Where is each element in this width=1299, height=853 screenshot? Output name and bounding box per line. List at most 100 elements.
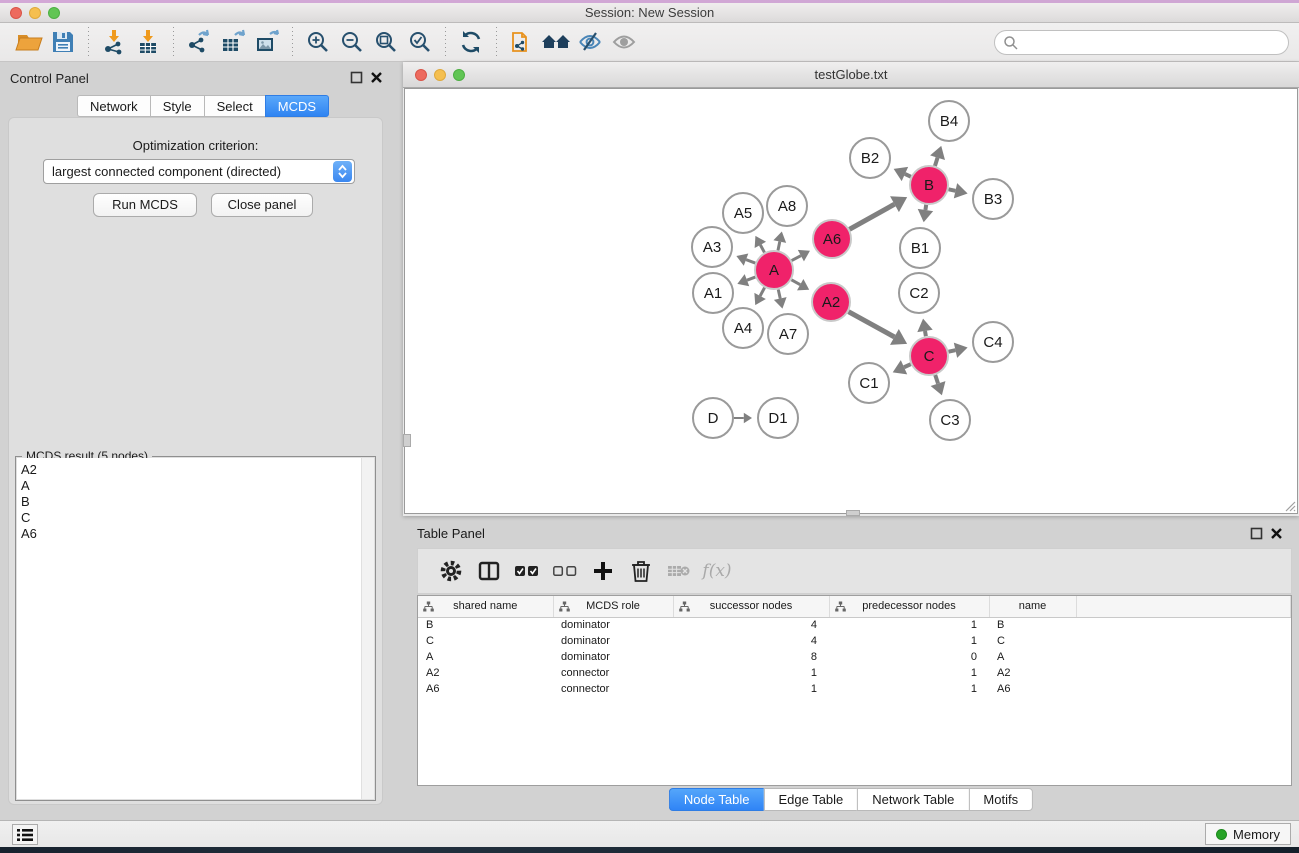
graph-edge[interactable] — [949, 350, 956, 352]
table-row[interactable]: Cdominator41C — [418, 633, 1291, 649]
table-close-icon[interactable] — [1270, 527, 1283, 540]
graph-edge[interactable] — [746, 260, 755, 263]
clone-network-icon[interactable] — [505, 26, 539, 58]
network-minimize-button[interactable] — [434, 69, 446, 81]
graph-edge[interactable] — [778, 290, 780, 299]
table-cell[interactable]: 1 — [673, 681, 829, 697]
table-cell[interactable]: 1 — [829, 681, 989, 697]
table-float-icon[interactable] — [1250, 527, 1263, 540]
column-header[interactable]: name — [989, 596, 1076, 617]
graph-edge[interactable] — [760, 245, 764, 253]
delete-table-icon[interactable] — [660, 553, 698, 589]
save-session-icon[interactable] — [46, 26, 80, 58]
table-cell[interactable]: B — [989, 617, 1076, 633]
export-table-icon[interactable] — [216, 26, 250, 58]
zoom-window-button[interactable] — [48, 7, 60, 19]
export-image-icon[interactable] — [250, 26, 284, 58]
table-cell[interactable]: A2 — [418, 665, 553, 681]
select-all-icon[interactable] — [508, 553, 546, 589]
graph-edge[interactable] — [792, 256, 801, 261]
node-table[interactable]: shared nameMCDS rolesuccessor nodesprede… — [417, 595, 1292, 786]
tab-edge-table[interactable]: Edge Table — [763, 788, 857, 811]
graph-edge[interactable] — [949, 189, 956, 191]
criterion-dropdown[interactable]: largest connected component (directed) — [43, 159, 355, 184]
import-network-icon[interactable] — [97, 26, 131, 58]
table-cell[interactable]: A6 — [989, 681, 1076, 697]
network-graph[interactable]: AA1A2A3A4A5A6A7A8BB1B2B3B4CC1C2C3C4DD1 — [405, 89, 1297, 513]
graph-edge[interactable] — [935, 375, 938, 384]
network-window-titlebar[interactable]: testGlobe.txt — [403, 62, 1299, 88]
graph-edge[interactable] — [905, 174, 911, 177]
table-row[interactable]: A2connector11A2 — [418, 665, 1291, 681]
delete-icon[interactable] — [622, 553, 660, 589]
refresh-icon[interactable] — [454, 26, 488, 58]
graph-edge[interactable] — [791, 280, 800, 285]
table-cell[interactable]: 1 — [829, 617, 989, 633]
tab-network-table[interactable]: Network Table — [857, 788, 968, 811]
table-row[interactable]: Adominator80A — [418, 649, 1291, 665]
graph-edge[interactable] — [904, 364, 911, 367]
mcds-result-scrollbar[interactable] — [361, 458, 374, 799]
function-builder-icon[interactable]: f(x) — [698, 553, 736, 589]
gear-icon[interactable] — [432, 553, 470, 589]
table-cell[interactable]: 1 — [673, 665, 829, 681]
table-cell[interactable]: dominator — [553, 649, 673, 665]
table-cell[interactable]: C — [418, 633, 553, 649]
columns-icon[interactable] — [470, 553, 508, 589]
table-cell[interactable]: C — [989, 633, 1076, 649]
column-header[interactable]: successor nodes — [673, 596, 829, 617]
graph-edge[interactable] — [849, 312, 895, 337]
table-cell[interactable]: 1 — [829, 633, 989, 649]
table-row[interactable]: Bdominator41B — [418, 617, 1291, 633]
zoom-out-icon[interactable] — [335, 26, 369, 58]
graph-edge[interactable] — [778, 242, 780, 251]
graph-edge[interactable] — [849, 204, 894, 229]
search-input[interactable] — [994, 30, 1289, 55]
tab-mcds[interactable]: MCDS — [265, 95, 329, 117]
column-header[interactable]: predecessor nodes — [829, 596, 989, 617]
table-cell[interactable]: B — [418, 617, 553, 633]
graph-edge[interactable] — [925, 331, 926, 336]
minimize-window-button[interactable] — [29, 7, 41, 19]
unselect-all-icon[interactable] — [546, 553, 584, 589]
add-column-icon[interactable] — [584, 553, 622, 589]
list-item[interactable]: A6 — [21, 526, 361, 542]
column-header[interactable]: shared name — [418, 596, 553, 617]
table-cell[interactable]: 4 — [673, 617, 829, 633]
zoom-selected-icon[interactable] — [403, 26, 437, 58]
tab-motifs[interactable]: Motifs — [968, 788, 1033, 811]
table-cell[interactable]: A — [989, 649, 1076, 665]
table-cell[interactable]: A — [418, 649, 553, 665]
open-file-icon[interactable] — [12, 26, 46, 58]
tab-node-table[interactable]: Node Table — [669, 788, 764, 811]
close-panel-icon[interactable] — [370, 71, 383, 84]
close-window-button[interactable] — [10, 7, 22, 19]
table-cell[interactable]: A2 — [989, 665, 1076, 681]
table-cell[interactable]: connector — [553, 681, 673, 697]
zoom-in-icon[interactable] — [301, 26, 335, 58]
table-row[interactable]: A6connector11A6 — [418, 681, 1291, 697]
tab-select[interactable]: Select — [204, 95, 265, 117]
memory-button[interactable]: Memory — [1205, 823, 1291, 845]
resize-grip-icon[interactable] — [1282, 498, 1296, 512]
show-graphics-icon[interactable] — [607, 26, 641, 58]
table-cell[interactable]: 8 — [673, 649, 829, 665]
list-item[interactable]: A2 — [21, 462, 361, 478]
list-item[interactable]: B — [21, 494, 361, 510]
graph-edge[interactable] — [935, 158, 938, 166]
canvas-horizontal-scrollbar[interactable] — [846, 510, 860, 516]
network-canvas[interactable]: AA1A2A3A4A5A6A7A8BB1B2B3B4CC1C2C3C4DD1 — [404, 88, 1298, 514]
canvas-vertical-scrollbar[interactable] — [403, 434, 411, 447]
tab-style[interactable]: Style — [150, 95, 204, 117]
task-history-button[interactable] — [12, 824, 38, 845]
graph-edge[interactable] — [760, 288, 764, 296]
table-cell[interactable]: connector — [553, 665, 673, 681]
table-cell[interactable]: 4 — [673, 633, 829, 649]
tab-network[interactable]: Network — [77, 95, 150, 117]
import-table-icon[interactable] — [131, 26, 165, 58]
mcds-result-list[interactable]: A2ABCA6 — [17, 458, 361, 799]
table-cell[interactable]: dominator — [553, 617, 673, 633]
table-cell[interactable]: 1 — [829, 665, 989, 681]
table-cell[interactable]: 0 — [829, 649, 989, 665]
list-item[interactable]: C — [21, 510, 361, 526]
